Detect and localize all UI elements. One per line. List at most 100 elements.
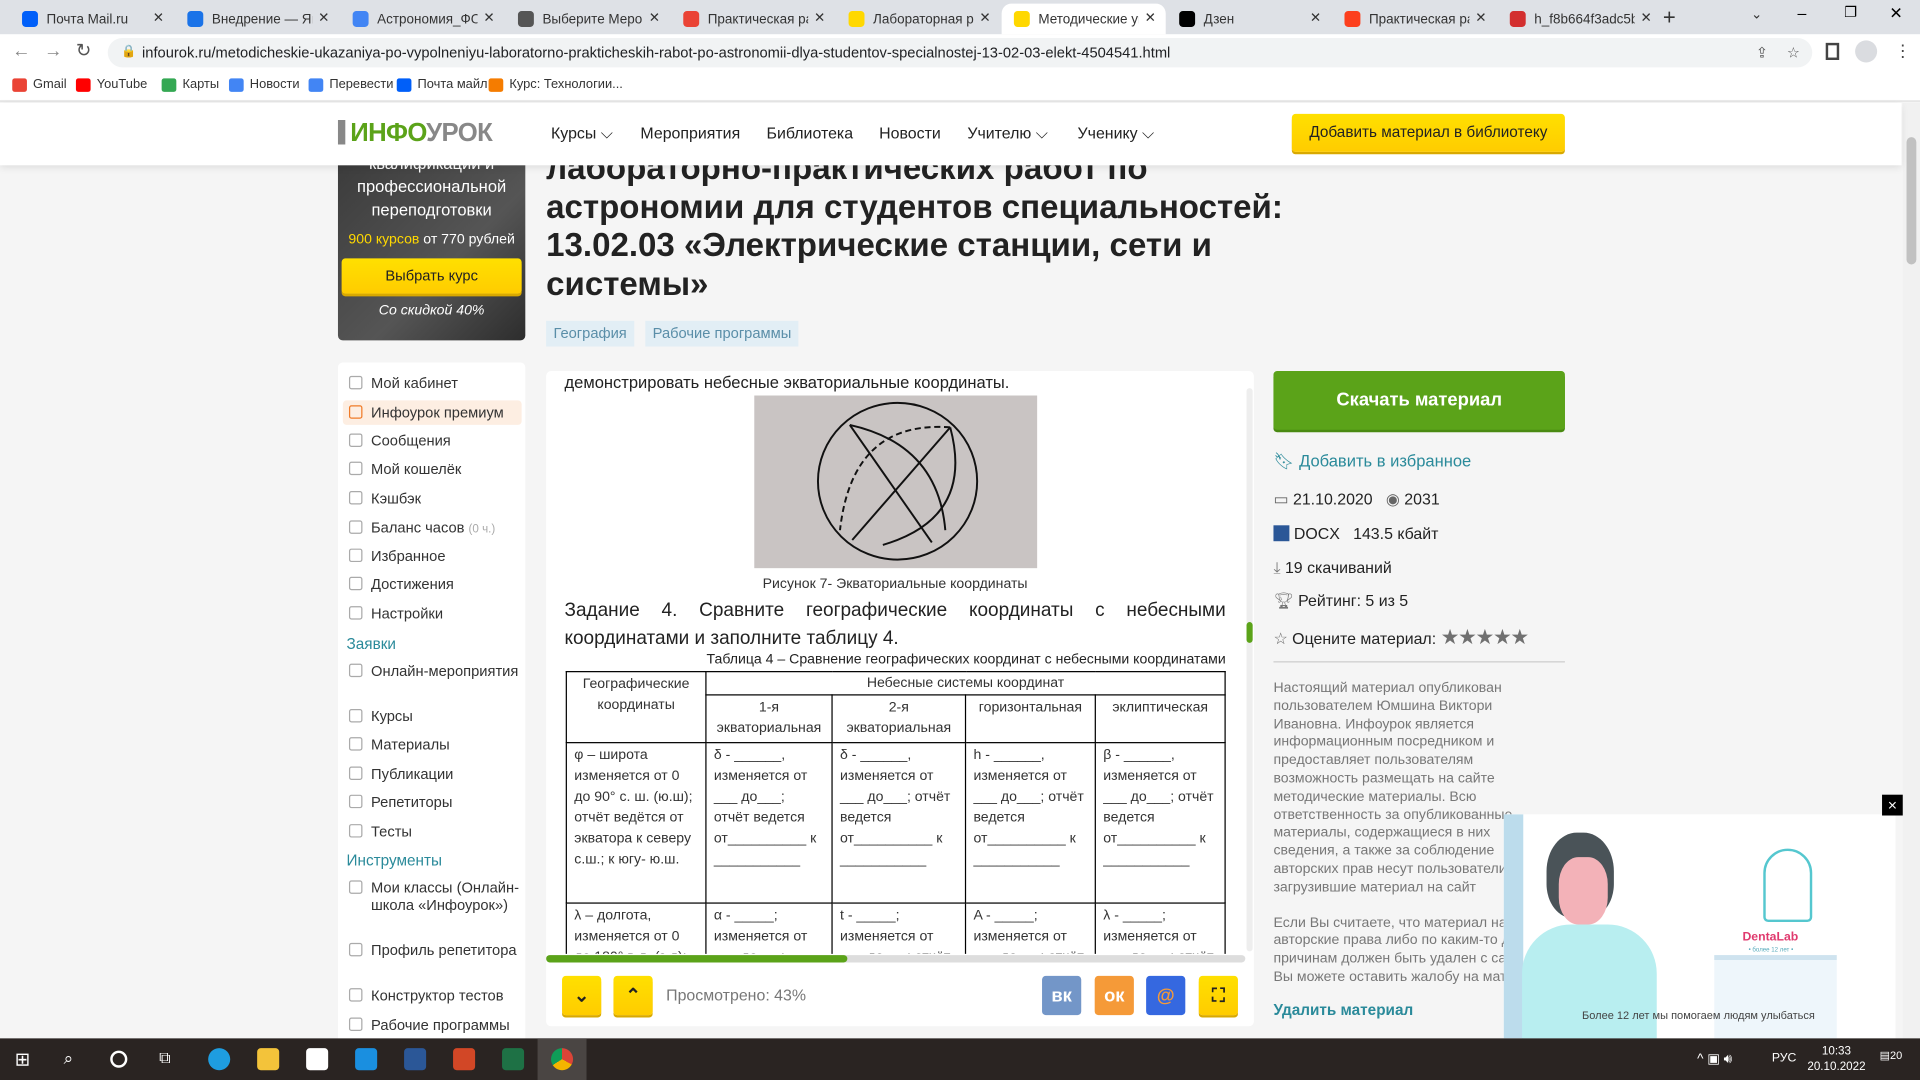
ad-close-button[interactable]: × xyxy=(1882,794,1903,816)
bookmark-star-icon[interactable]: ☆ xyxy=(1787,38,1800,67)
close-tab-icon[interactable]: ✕ xyxy=(153,10,164,26)
close-tab-icon[interactable]: ✕ xyxy=(979,10,990,26)
close-tab-icon[interactable]: ✕ xyxy=(1641,10,1652,26)
profile-avatar[interactable] xyxy=(1855,40,1878,63)
add-favorite-link[interactable]: 🔖︎ Добавить в избранное xyxy=(1273,452,1471,472)
new-tab-button[interactable]: + xyxy=(1663,5,1676,31)
rating-star-icon[interactable]: ★ xyxy=(1493,626,1512,649)
close-tab-icon[interactable]: ✕ xyxy=(1310,10,1321,26)
sidebar-item[interactable]: Онлайн-мероприятия xyxy=(348,662,524,680)
word-icon[interactable] xyxy=(404,1048,427,1071)
sidebar-item[interactable]: Мой кабинет xyxy=(348,375,524,392)
share-icon[interactable]: ⇪ xyxy=(1756,38,1768,67)
sidebar-item[interactable]: Достижения xyxy=(348,576,524,593)
bookmark-item[interactable]: Gmail xyxy=(12,77,67,92)
sidebar-item[interactable]: Профиль репетитора xyxy=(348,942,524,959)
start-button[interactable]: ⊞ xyxy=(15,1048,37,1070)
download-button[interactable]: Скачать материал xyxy=(1273,371,1565,430)
sidebar-item[interactable]: Кэшбэк xyxy=(348,490,524,507)
browser-tab[interactable]: Дзен ✕ xyxy=(1167,4,1331,35)
browser-tab[interactable]: Методические ука ✕ xyxy=(1001,3,1166,35)
reload-button[interactable]: ↻ xyxy=(76,39,91,61)
task-view-icon[interactable]: ⧉ xyxy=(159,1048,181,1070)
sidebar-item[interactable]: Сообщения xyxy=(348,432,524,449)
clock[interactable]: 10:33 20.10.2022 xyxy=(1807,1043,1865,1075)
share-mail-button[interactable]: @ xyxy=(1146,975,1186,1016)
tag-geography[interactable]: География xyxy=(546,320,635,347)
browser-tab[interactable]: Практическая раб ✕ xyxy=(1332,4,1496,35)
close-tab-icon[interactable]: ✕ xyxy=(1475,10,1486,26)
browser-tab[interactable]: Почта Mail.ru ✕ xyxy=(10,4,174,35)
close-window-button[interactable]: ✕ xyxy=(1889,4,1902,24)
sidebar-item[interactable]: Материалы xyxy=(348,736,524,753)
sidebar-item[interactable]: Мои классы (Онлайн-школа «Инфоурок») xyxy=(348,879,524,913)
sidebar-item[interactable]: Рабочие программы xyxy=(348,1016,524,1033)
browser-tab[interactable]: Лабораторная ра ✕ xyxy=(836,4,1000,35)
sidebar-item[interactable]: Курсы xyxy=(348,708,524,725)
sidebar-item[interactable]: Избранное xyxy=(348,547,524,564)
viewer-scrollbar[interactable] xyxy=(1246,388,1253,952)
close-tab-icon[interactable]: ✕ xyxy=(318,10,329,26)
nav-student[interactable]: Ученику ⌵ xyxy=(1078,124,1155,144)
sidebar-item[interactable]: Мой кошелёк xyxy=(348,460,524,478)
bookmark-item[interactable]: Новости xyxy=(228,77,300,92)
edge-icon[interactable] xyxy=(208,1048,231,1071)
side-panel-icon[interactable] xyxy=(1825,42,1840,61)
sidebar-item[interactable]: Баланс часов (0 ч.) xyxy=(348,519,524,539)
sidebar-item[interactable]: Публикации xyxy=(348,765,524,782)
tray-icons[interactable]: ^ ▣ 🔊︎ xyxy=(1697,1051,1732,1068)
tag-programs[interactable]: Рабочие программы xyxy=(645,320,799,347)
close-tab-icon[interactable]: ✕ xyxy=(649,10,660,26)
sidebar-item[interactable]: Настройки xyxy=(348,605,524,622)
close-tab-icon[interactable]: ✕ xyxy=(483,10,494,26)
forward-button[interactable]: → xyxy=(44,40,62,61)
close-tab-icon[interactable]: ✕ xyxy=(1145,10,1156,26)
choose-course-button[interactable]: Выбрать курс xyxy=(341,258,522,294)
delete-material-link[interactable]: Удалить материал xyxy=(1273,1002,1413,1019)
viewer-scroll-thumb[interactable] xyxy=(1246,622,1253,643)
minimize-button[interactable]: – xyxy=(1798,4,1807,22)
restore-button[interactable]: ❐ xyxy=(1844,4,1857,21)
sidebar-item[interactable]: Конструктор тестов xyxy=(348,987,524,1004)
menu-icon[interactable]: ⋮ xyxy=(1894,40,1911,61)
scroll-up-button[interactable]: ⌃ xyxy=(613,975,653,1016)
rating-star-icon[interactable]: ★ xyxy=(1475,626,1494,649)
nav-library[interactable]: Библиотека xyxy=(767,124,854,142)
add-material-button[interactable]: Добавить материал в библиотеку xyxy=(1291,113,1565,152)
back-button[interactable]: ← xyxy=(12,40,30,61)
nav-news[interactable]: Новости xyxy=(879,124,941,142)
close-tab-icon[interactable]: ✕ xyxy=(814,10,825,26)
address-bar[interactable]: 🔒 infourok.ru/metodicheskie-ukazaniya-po… xyxy=(107,37,1813,68)
browser-tab[interactable]: Внедрение — Янд ✕ xyxy=(175,4,339,35)
browser-tab[interactable]: Выберите Меропр ✕ xyxy=(506,4,670,35)
courses-banner[interactable]: квалификации и профессиональной переподг… xyxy=(337,146,526,341)
rating-star-icon[interactable]: ★ xyxy=(1441,626,1460,649)
excel-icon[interactable] xyxy=(502,1048,525,1071)
bookmark-item[interactable]: Перевести xyxy=(308,77,393,92)
notifications-button[interactable]: ▤20 xyxy=(1880,1049,1903,1062)
explorer-icon[interactable] xyxy=(257,1048,280,1071)
rating-star-icon[interactable]: ★ xyxy=(1458,626,1477,649)
page-scroll-thumb[interactable] xyxy=(1906,137,1917,265)
bookmark-item[interactable]: Почта майл xyxy=(396,77,488,92)
bookmark-item[interactable]: Карты xyxy=(161,77,219,92)
mail-icon[interactable] xyxy=(355,1048,378,1071)
sidebar-item[interactable]: Тесты xyxy=(348,823,524,840)
search-icon[interactable]: ⌕ xyxy=(64,1048,86,1070)
browser-tab[interactable]: Астрономия_ФОС ✕ xyxy=(340,4,504,35)
scroll-down-button[interactable]: ⌄ xyxy=(562,975,602,1016)
cortana-icon[interactable] xyxy=(110,1050,128,1068)
share-ok-button[interactable]: ок xyxy=(1094,975,1134,1016)
share-vk-button[interactable]: вк xyxy=(1042,975,1082,1016)
ad-popup[interactable]: DentaLab • более 12 лет • Более 12 лет м… xyxy=(1503,814,1896,1039)
chrome-taskbar-item[interactable] xyxy=(537,1038,587,1080)
language-indicator[interactable]: РУС xyxy=(1772,1052,1797,1065)
logo[interactable]: ИНФОУРОК xyxy=(337,119,493,148)
nav-courses[interactable]: Курсы ⌵ xyxy=(551,124,613,144)
tab-search-icon[interactable]: ⌄ xyxy=(1751,6,1762,22)
store-icon[interactable] xyxy=(306,1048,329,1071)
sidebar-item[interactable]: Инфоурок премиум xyxy=(348,404,524,421)
bookmark-item[interactable]: YouTube xyxy=(75,77,147,92)
nav-teacher[interactable]: Учителю ⌵ xyxy=(967,124,1047,144)
fullscreen-button[interactable]: ⛶ xyxy=(1198,975,1238,1016)
